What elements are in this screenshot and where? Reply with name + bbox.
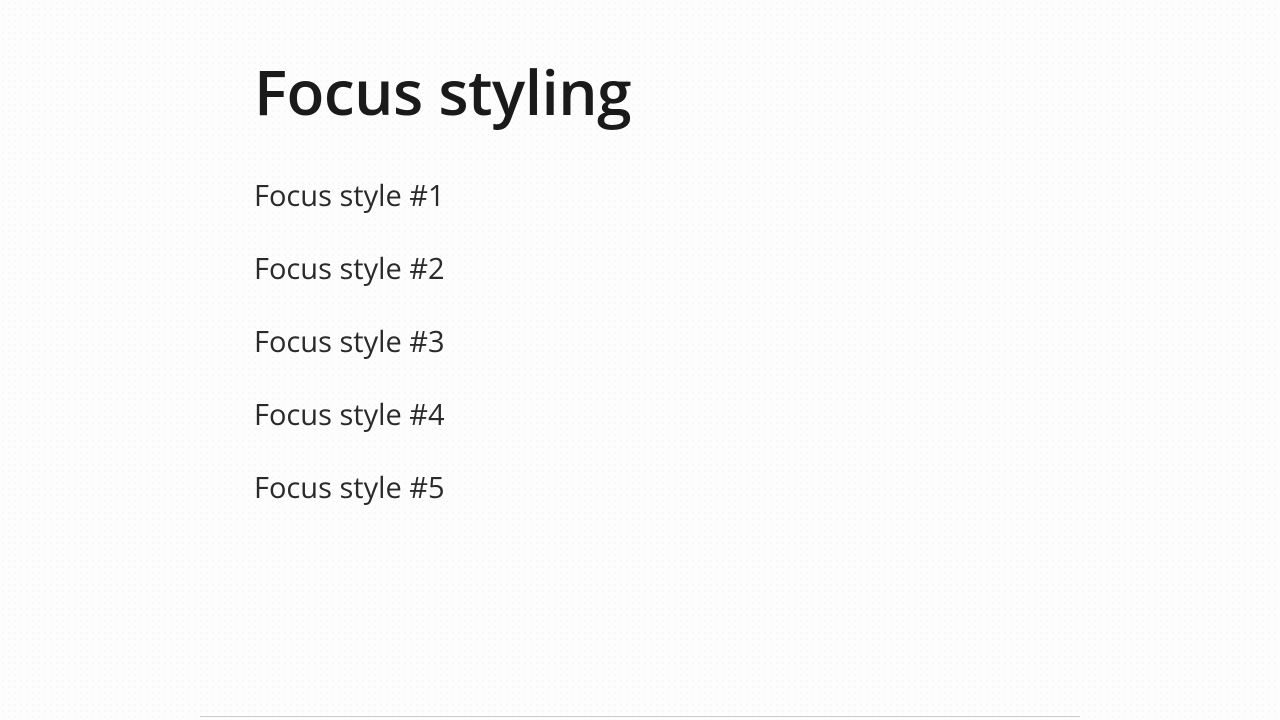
focus-style-link-5[interactable]: Focus style #5 bbox=[254, 468, 445, 507]
focus-style-list: Focus style #1 Focus style #2 Focus styl… bbox=[254, 176, 1080, 507]
focus-style-link-4[interactable]: Focus style #4 bbox=[254, 395, 445, 434]
focus-style-link-3[interactable]: Focus style #3 bbox=[254, 322, 445, 361]
focus-style-link-1[interactable]: Focus style #1 bbox=[254, 176, 445, 215]
focus-style-link-2[interactable]: Focus style #2 bbox=[254, 249, 445, 288]
main-content: Focus styling Focus style #1 Focus style… bbox=[254, 0, 1080, 507]
horizontal-divider bbox=[200, 716, 1080, 717]
page-title: Focus styling bbox=[254, 50, 1080, 134]
